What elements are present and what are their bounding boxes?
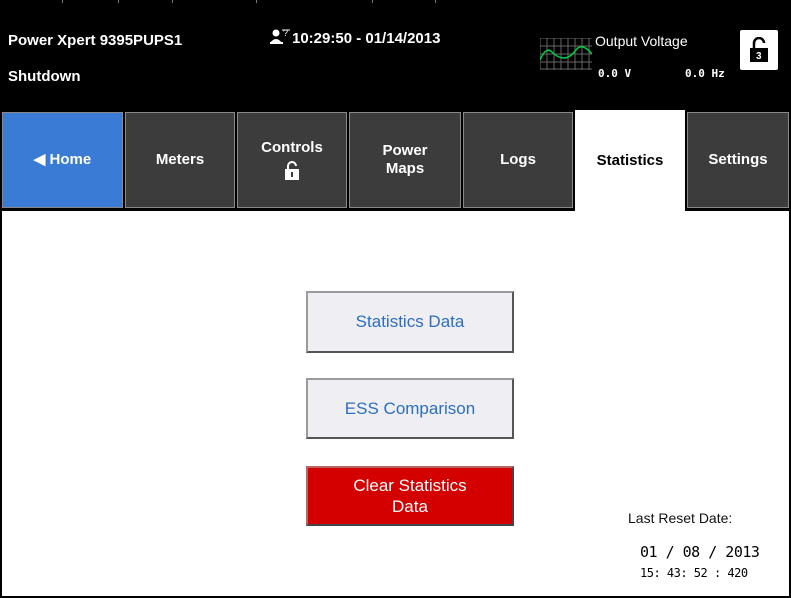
datetime-display: 10:29:50 - 01/14/2013: [292, 30, 441, 47]
tab-meters-label: Meters: [155, 151, 205, 168]
system-status: Shutdown: [8, 68, 81, 85]
tab-home-label: ◀ Home: [33, 151, 92, 168]
tab-power-maps-label-1: Power: [382, 142, 428, 159]
lock-level: 3: [756, 51, 762, 62]
ess-comparison-label: ESS Comparison: [344, 398, 476, 418]
tab-settings[interactable]: Settings: [687, 112, 789, 208]
tab-settings-label: Settings: [708, 151, 768, 168]
header-bar: Power Xpert 9395PUPS1 Shutdown ? 10:29:5…: [0, 0, 791, 110]
statistics-data-button[interactable]: Statistics Data: [306, 291, 514, 353]
clear-statistics-label-2: Data: [392, 497, 428, 516]
lock-button[interactable]: 3: [740, 30, 778, 70]
tab-logs-label: Logs: [500, 151, 536, 168]
output-waveform-icon: [539, 37, 593, 70]
tab-power-maps[interactable]: Power Maps: [349, 112, 461, 208]
tab-power-maps-label-2: Maps: [385, 160, 425, 177]
device-name: Power Xpert 9395PUPS1: [8, 32, 183, 49]
last-reset-date: 01 / 08 / 2013: [640, 543, 760, 561]
output-voltage-label: Output Voltage: [595, 33, 688, 49]
tab-statistics-label: Statistics: [596, 151, 664, 169]
ess-comparison-button[interactable]: ESS Comparison: [306, 378, 514, 439]
output-voltage-value: 0.0 V: [598, 67, 632, 80]
user-question-icon[interactable]: ?: [270, 28, 292, 51]
tab-meters[interactable]: Meters: [125, 112, 235, 208]
top-strip: [0, 0, 440, 3]
tab-statistics[interactable]: Statistics: [575, 110, 685, 211]
unlocked-padlock-icon: 3: [750, 37, 768, 62]
last-reset-time: 15: 43: 52 : 420: [640, 566, 748, 580]
clear-statistics-data-button[interactable]: Clear Statistics Data: [306, 466, 514, 526]
statistics-data-label: Statistics Data: [355, 312, 465, 331]
output-frequency-value: 0.0 Hz: [685, 67, 725, 80]
unlocked-padlock-icon: [285, 161, 299, 180]
last-reset-label: Last Reset Date:: [628, 510, 733, 526]
tab-controls[interactable]: Controls: [237, 112, 347, 208]
tab-logs[interactable]: Logs: [463, 112, 573, 208]
tab-home[interactable]: ◀ Home: [2, 112, 123, 208]
clear-statistics-label-1: Clear Statistics: [353, 476, 467, 495]
navigation-tabs: ◀ Home Meters Controls Power Maps Logs S…: [0, 110, 791, 211]
tab-controls-label: Controls: [261, 139, 323, 156]
